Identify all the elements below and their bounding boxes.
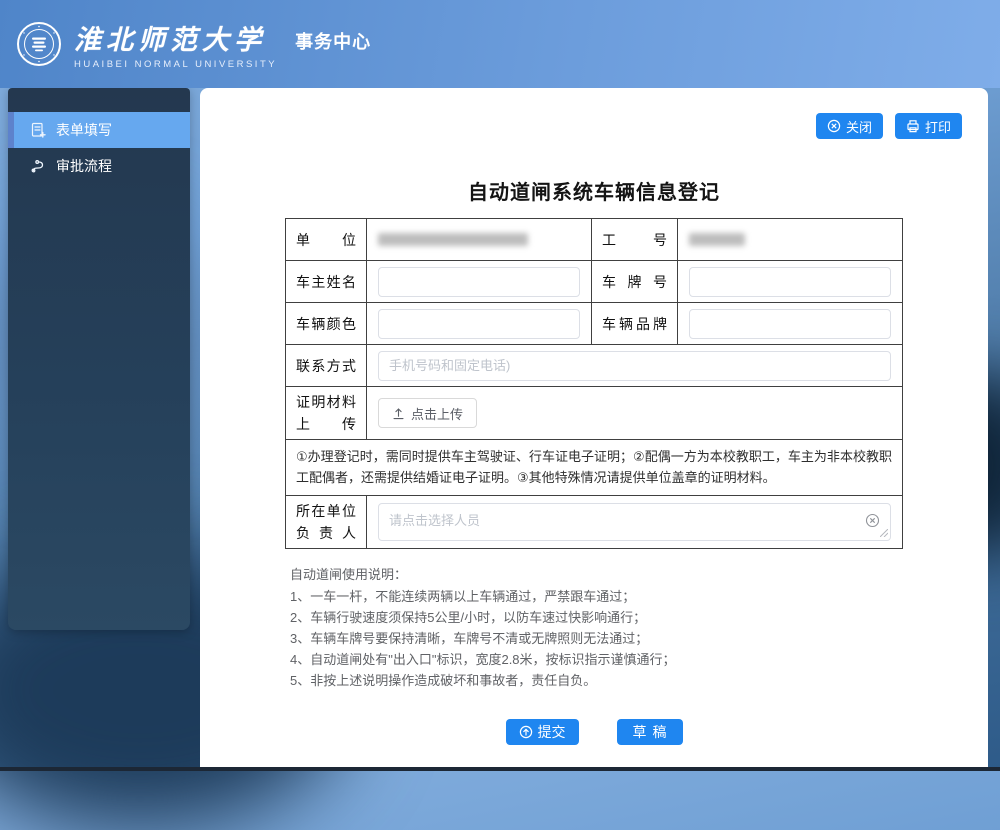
print-button[interactable]: 打印 bbox=[895, 113, 962, 139]
table-row: 证明材料上传 点击上传 bbox=[286, 387, 903, 440]
contact-input[interactable] bbox=[378, 351, 891, 381]
university-seal-logo bbox=[16, 21, 62, 67]
app-title: 事务中心 bbox=[295, 28, 371, 54]
table-row: 车辆颜色 车辆品牌 bbox=[286, 303, 903, 345]
sidebar: 表单填写 审批流程 bbox=[8, 88, 190, 630]
manager-select-input[interactable] bbox=[378, 503, 891, 541]
contact-label: 联系方式 bbox=[286, 345, 367, 387]
table-row: ①办理登记时，需同时提供车主驾驶证、行车证电子证明；②配偶一方为本校教职工，车主… bbox=[286, 440, 903, 496]
upload-label: 证明材料上传 bbox=[286, 387, 367, 440]
close-button-label: 关闭 bbox=[846, 117, 872, 136]
app-header: 淮北师范大学 HUAIBEI NORMAL UNIVERSITY 事务中心 bbox=[0, 0, 1000, 88]
draft-button-label: 草稿 bbox=[633, 722, 673, 742]
form-note: ①办理登记时，需同时提供车主驾驶证、行车证电子证明；②配偶一方为本校教职工，车主… bbox=[286, 440, 903, 496]
employee-no-label: 工号 bbox=[592, 219, 678, 261]
registration-form-table: 单位 工号 车主姓名 车牌号 车辆颜色 车辆品牌 联系方式 证明材料上传 bbox=[285, 218, 903, 549]
resize-handle-icon[interactable] bbox=[880, 529, 888, 537]
usage-instruction-line: 4、自动道闸处有"出入口"标识，宽度2.8米，按标识指示谨慎通行； bbox=[290, 649, 988, 670]
owner-name-input[interactable] bbox=[378, 267, 580, 297]
plate-no-label: 车牌号 bbox=[592, 261, 678, 303]
panel-toolbar: 关闭 打印 bbox=[816, 113, 962, 139]
usage-instruction-line: 2、车辆行驶速度须保持5公里/小时，以防车速过快影响通行； bbox=[290, 607, 988, 628]
usage-instruction-line: 3、车辆车牌号要保持清晰，车牌号不清或无牌照则无法通过； bbox=[290, 628, 988, 649]
form-fill-icon bbox=[30, 122, 46, 138]
employee-no-value-redacted bbox=[689, 233, 745, 246]
table-row: 所在单位负责人 bbox=[286, 495, 903, 548]
submit-button-label: 提交 bbox=[538, 722, 566, 742]
printer-icon bbox=[906, 119, 920, 133]
taskbar-edge-strip bbox=[0, 767, 1000, 771]
usage-instruction-line: 5、非按上述说明操作造成破坏和事故者，责任自负。 bbox=[290, 670, 988, 691]
vehicle-brand-input[interactable] bbox=[689, 309, 891, 339]
unit-label: 单位 bbox=[286, 219, 367, 261]
sidebar-item-approval-flow[interactable]: 审批流程 bbox=[8, 148, 190, 184]
manager-label: 所在单位负责人 bbox=[286, 495, 367, 548]
usage-instructions: 自动道闸使用说明： 1、一车一杆，不能连续两辆以上车辆通过，严禁跟车通过； 2、… bbox=[290, 564, 988, 691]
usage-instruction-line: 1、一车一杆，不能连续两辆以上车辆通过，严禁跟车通过； bbox=[290, 586, 988, 607]
submit-button[interactable]: 提交 bbox=[506, 719, 579, 745]
print-button-label: 打印 bbox=[925, 117, 951, 136]
submit-up-circle-icon bbox=[519, 725, 533, 739]
form-actions: 提交 草稿 bbox=[200, 719, 988, 745]
table-row: 联系方式 bbox=[286, 345, 903, 387]
owner-name-label: 车主姓名 bbox=[286, 261, 367, 303]
sidebar-item-label: 审批流程 bbox=[56, 156, 112, 176]
university-name-en: HUAIBEI NORMAL UNIVERSITY bbox=[74, 59, 277, 70]
form-title: 自动道闸系统车辆信息登记 bbox=[200, 176, 988, 205]
upload-icon bbox=[392, 407, 405, 420]
upload-button[interactable]: 点击上传 bbox=[378, 398, 477, 428]
close-circle-icon bbox=[827, 119, 841, 133]
manager-select-wrapper bbox=[378, 503, 891, 541]
main-panel: 关闭 打印 自动道闸系统车辆信息登记 单位 工号 车主姓名 车牌号 车辆颜色 bbox=[200, 88, 988, 767]
table-row: 车主姓名 车牌号 bbox=[286, 261, 903, 303]
upload-button-label: 点击上传 bbox=[411, 404, 463, 423]
sidebar-item-label: 表单填写 bbox=[56, 120, 112, 140]
vehicle-brand-label: 车辆品牌 bbox=[592, 303, 678, 345]
clear-icon[interactable] bbox=[865, 513, 880, 528]
usage-instructions-title: 自动道闸使用说明： bbox=[290, 564, 988, 585]
approval-flow-icon bbox=[30, 158, 46, 174]
unit-value-redacted bbox=[378, 233, 528, 246]
vehicle-color-input[interactable] bbox=[378, 309, 580, 339]
close-button[interactable]: 关闭 bbox=[816, 113, 883, 139]
sidebar-item-form-fill[interactable]: 表单填写 bbox=[8, 112, 190, 148]
university-name-cn: 淮北师范大学 bbox=[74, 18, 277, 57]
vehicle-color-label: 车辆颜色 bbox=[286, 303, 367, 345]
table-row: 单位 工号 bbox=[286, 219, 903, 261]
plate-no-input[interactable] bbox=[689, 267, 891, 297]
university-name-block: 淮北师范大学 HUAIBEI NORMAL UNIVERSITY bbox=[74, 18, 277, 70]
draft-button[interactable]: 草稿 bbox=[617, 719, 683, 745]
